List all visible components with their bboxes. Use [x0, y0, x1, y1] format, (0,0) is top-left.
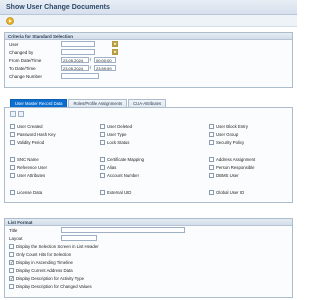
label-global-user-id: Global User ID	[216, 190, 245, 195]
application-toolbar	[0, 15, 297, 27]
checkbox-user-attributes[interactable]	[10, 173, 15, 178]
checkbox-snc-name[interactable]	[10, 157, 15, 162]
select-all-icon[interactable]	[10, 111, 16, 117]
criteria-group: Criteria for Standard Selection	[4, 32, 293, 88]
checkbox-address-assignment[interactable]	[209, 157, 214, 162]
checkbox-user-block-entry[interactable]	[209, 124, 214, 129]
checkbox-license-data[interactable]	[10, 190, 15, 195]
checkbox-user-type[interactable]	[100, 132, 105, 137]
checkbox-alias[interactable]	[100, 165, 105, 170]
checkbox-user-created[interactable]	[10, 124, 15, 129]
label-selection-screen-header: Display the Selection Screen in List Hea…	[16, 244, 99, 249]
checkbox-user-group[interactable]	[209, 132, 214, 137]
checkbox-ascending-timeline[interactable]	[9, 260, 14, 265]
checkbox-reference-user[interactable]	[10, 165, 15, 170]
user-label: User	[9, 42, 19, 47]
label-dbms-user: DBMS User	[216, 173, 239, 178]
label-activity-type-description: Display Description for Activity Type	[16, 276, 84, 281]
to-separator: /	[90, 65, 92, 70]
label-validity-period: Validity Period	[17, 140, 45, 145]
label-person-responsible: Person Responsible	[216, 165, 255, 170]
label-changed-values-description: Display Description for Changed Values	[16, 284, 92, 289]
checkbox-password-hash-key[interactable]	[10, 132, 15, 137]
label-lock-status: Lock Status	[107, 140, 130, 145]
page-title: Show User Change Documents	[6, 3, 110, 11]
from-date-time-label: From Date/Time	[9, 58, 42, 63]
checkbox-dbms-user[interactable]	[209, 173, 214, 178]
label-certificate-mapping: Certificate Mapping	[107, 157, 145, 162]
from-separator: /	[90, 57, 92, 62]
label-user-created: User Created	[17, 124, 43, 129]
user-value-help-icon[interactable]	[112, 41, 118, 47]
execute-icon[interactable]	[6, 17, 14, 25]
checkbox-activity-type-description[interactable]	[9, 276, 14, 281]
label-account-number: Account Number	[107, 173, 140, 178]
label-license-data: License Data	[17, 190, 43, 195]
checkbox-validity-period[interactable]	[10, 140, 15, 145]
title-input[interactable]	[61, 227, 185, 233]
checkbox-person-responsible[interactable]	[209, 165, 214, 170]
checkbox-external-uid[interactable]	[100, 190, 105, 195]
title-bar: Show User Change Documents	[0, 0, 297, 15]
label-reference-user: Reference User	[17, 165, 48, 170]
checkbox-account-number[interactable]	[100, 173, 105, 178]
checkbox-changed-values-description[interactable]	[9, 284, 14, 289]
label-snc-name: SNC Name	[17, 157, 39, 162]
label-alias: Alias	[107, 165, 117, 170]
layout-label: Layout	[9, 236, 23, 241]
change-number-input[interactable]	[61, 73, 99, 79]
tab-cua-attributes[interactable]: CUA-Attributes	[128, 99, 167, 107]
tab-roles-profile-assignments[interactable]: Roles/Profile Assignments	[68, 99, 128, 107]
checkbox-certificate-mapping[interactable]	[100, 157, 105, 162]
to-time-input[interactable]: 23:59:59	[94, 65, 116, 71]
checkbox-security-policy[interactable]	[209, 140, 214, 145]
label-user-deleted: User Deleted	[107, 124, 133, 129]
layout-input[interactable]	[61, 235, 97, 241]
changed-by-input[interactable]	[61, 49, 95, 55]
to-date-time-label: To Date/Time	[9, 66, 36, 71]
tab-user-master-record-data[interactable]: User Master Record Data	[10, 99, 68, 107]
tab-panel	[4, 107, 293, 203]
checkbox-only-count-hits[interactable]	[9, 252, 14, 257]
changed-by-value-help-icon[interactable]	[112, 49, 118, 55]
criteria-header: Criteria for Standard Selection	[5, 33, 292, 40]
checkbox-global-user-id[interactable]	[209, 190, 214, 195]
tab-strip: User Master Record Data Roles/Profile As…	[10, 99, 167, 107]
label-user-type: User Type	[107, 132, 127, 137]
checkbox-current-address-data[interactable]	[9, 268, 14, 273]
checkbox-selection-screen-header[interactable]	[9, 244, 14, 249]
label-only-count-hits: Only Count Hits for Selection	[16, 252, 72, 257]
checkbox-lock-status[interactable]	[100, 140, 105, 145]
deselect-all-icon[interactable]	[18, 111, 24, 117]
label-address-assignment: Address Assignment	[216, 157, 256, 162]
label-security-policy: Security Policy	[216, 140, 245, 145]
label-user-group: User Group	[216, 132, 239, 137]
user-input[interactable]	[61, 41, 95, 47]
from-date-input[interactable]: 23.05.2024	[61, 57, 89, 63]
to-date-input[interactable]: 23.05.2024	[61, 65, 89, 71]
checkbox-user-deleted[interactable]	[100, 124, 105, 129]
list-format-header: List Format	[5, 219, 292, 226]
label-ascending-timeline: Display in Ascending Timeline	[16, 260, 73, 265]
title-label: Title	[9, 228, 18, 233]
label-user-attributes: User Attributes	[17, 173, 46, 178]
label-external-uid: External UID	[107, 190, 132, 195]
label-current-address-data: Display Current Address Data	[16, 268, 73, 273]
label-user-block-entry: User Block Entry	[216, 124, 248, 129]
change-number-label: Change Number	[9, 74, 43, 79]
from-time-input[interactable]: 00:00:00	[94, 57, 116, 63]
label-password-hash-key: Password Hash Key	[17, 132, 56, 137]
changed-by-label: Changed by	[9, 50, 34, 55]
